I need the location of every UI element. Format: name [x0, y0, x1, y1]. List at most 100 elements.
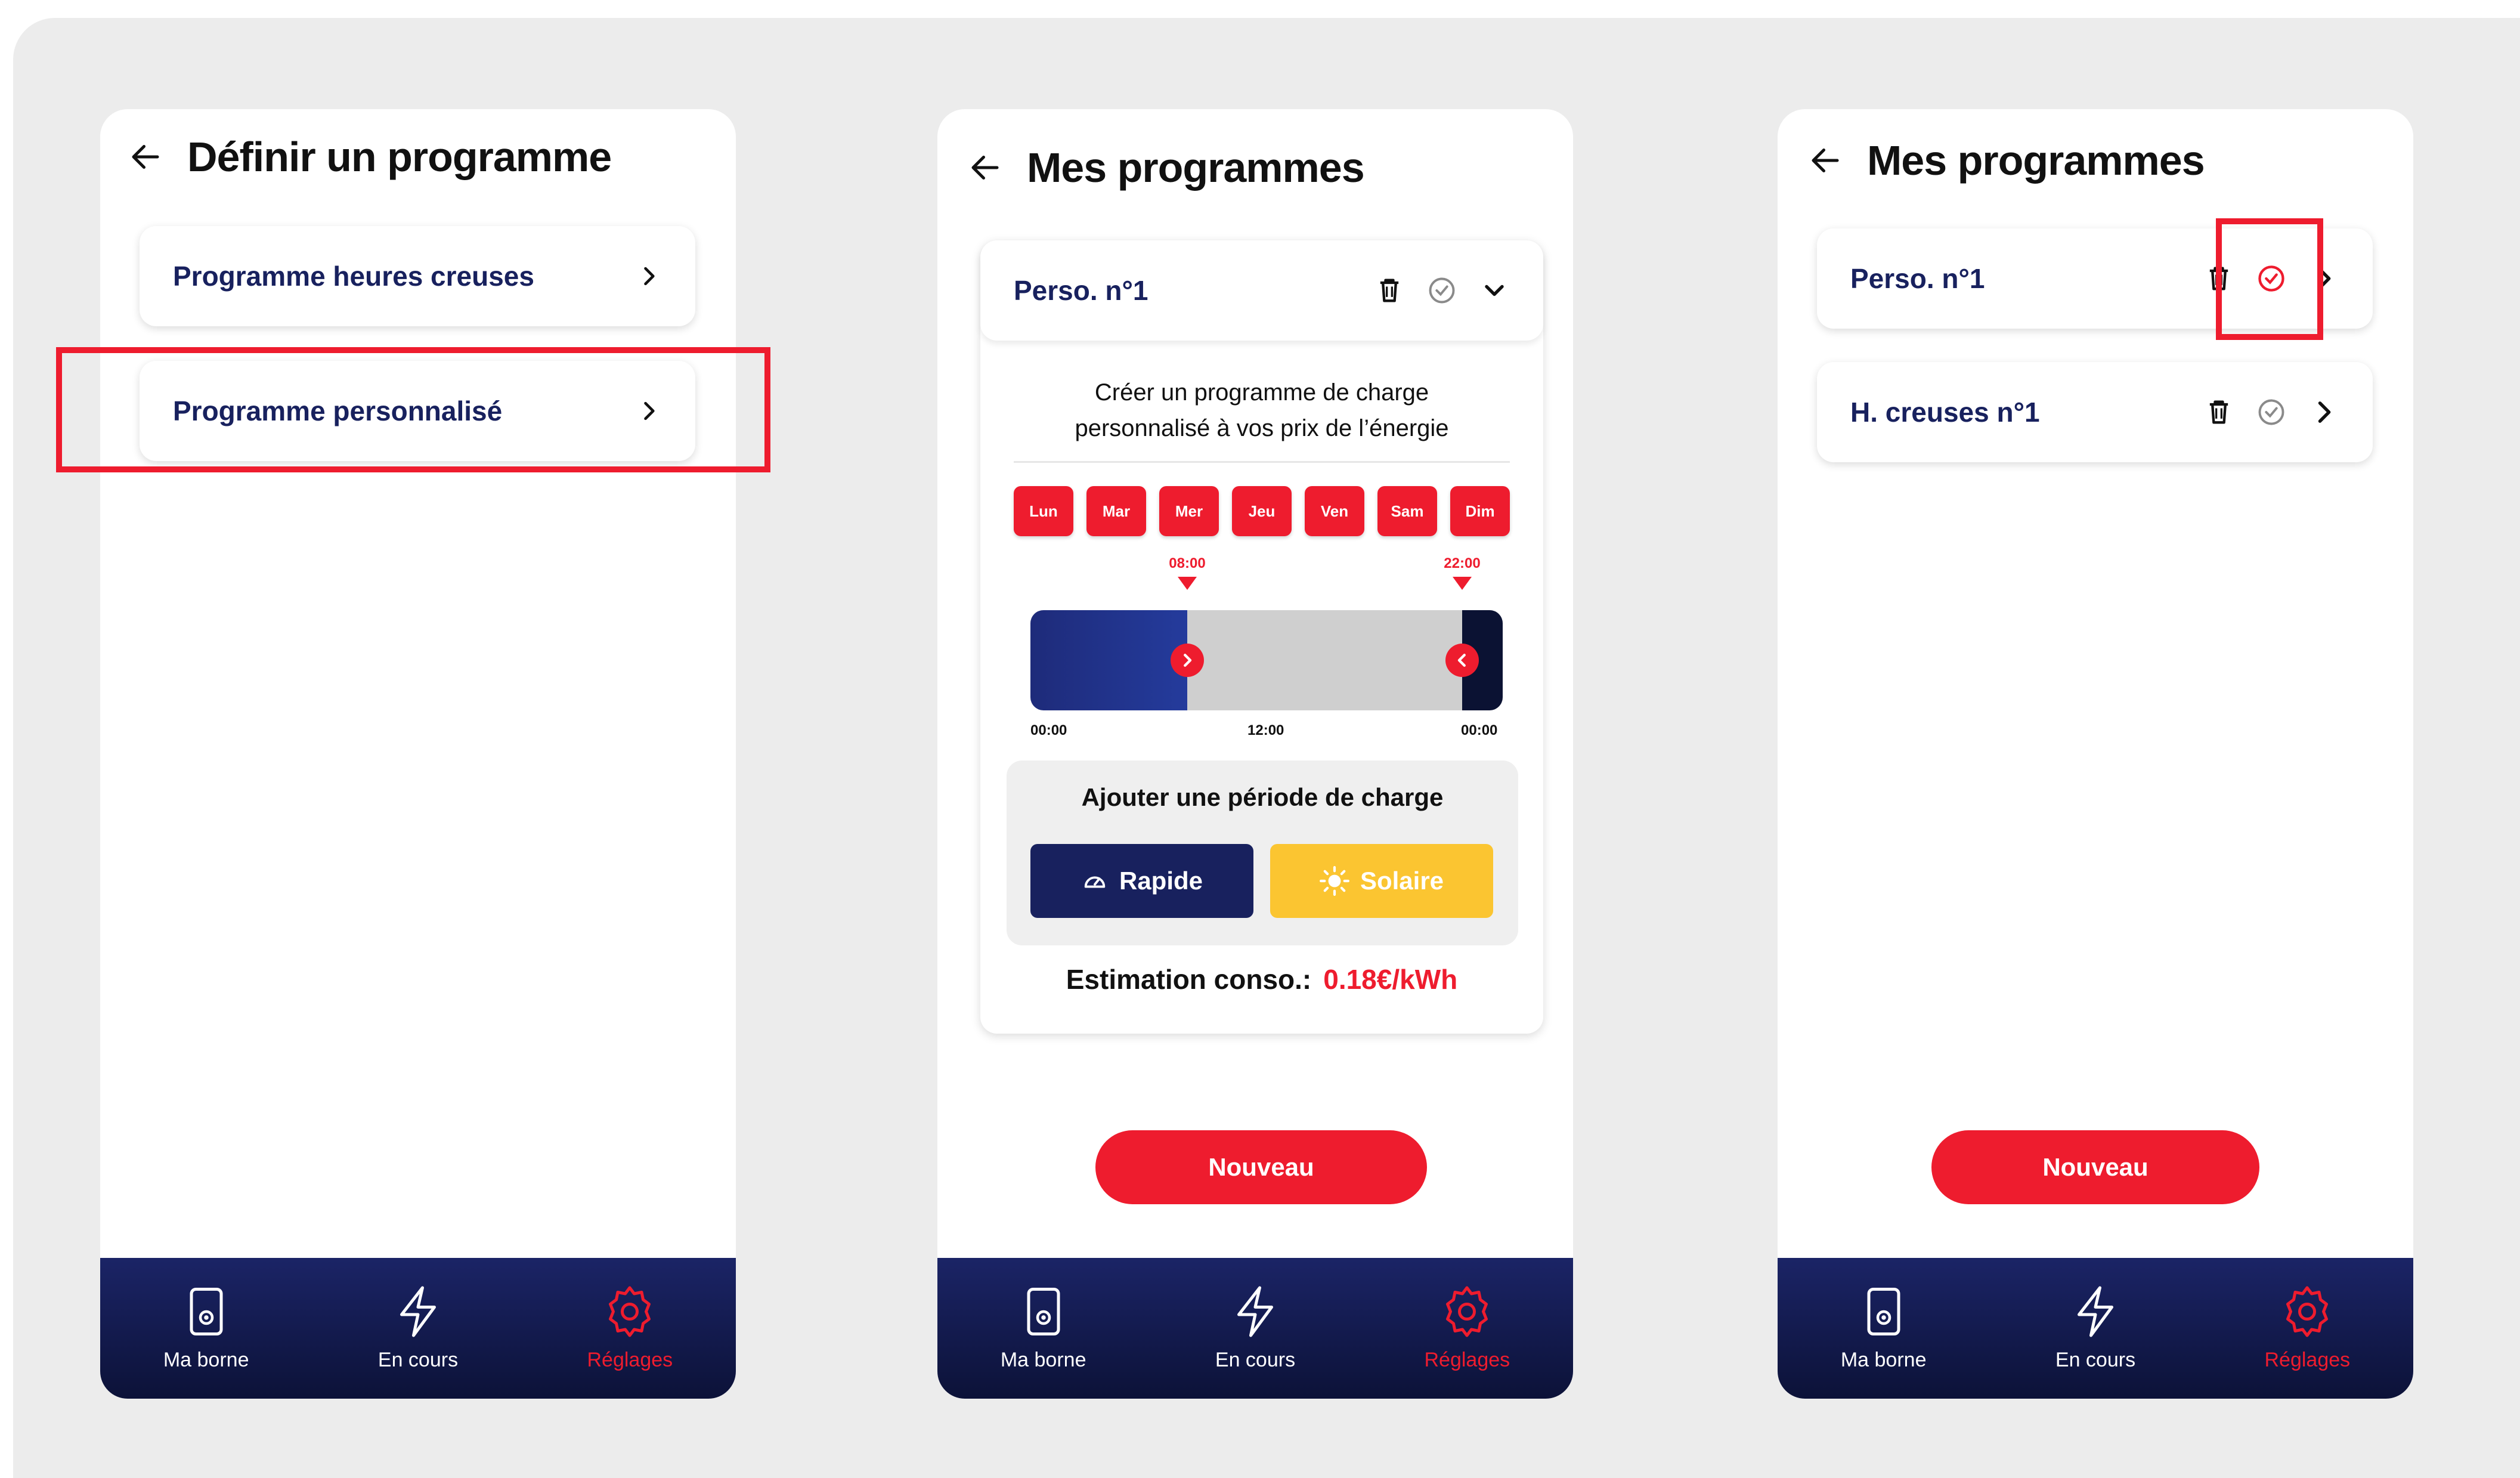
nav-label: En cours [2055, 1349, 2136, 1371]
program-name: Perso. n°1 [1014, 275, 1148, 306]
nav-item-reglages[interactable]: Réglages [524, 1258, 736, 1399]
back-arrow-icon[interactable] [1807, 143, 1843, 178]
program-card-expanded: Perso. n°1 Créer un programme de charge … [980, 240, 1543, 1034]
chevron-down-icon[interactable] [1479, 275, 1510, 306]
back-arrow-icon[interactable] [128, 139, 163, 175]
nav-item-en-cours[interactable]: En cours [1149, 1258, 1361, 1399]
nav-label: Réglages [1424, 1349, 1510, 1371]
estimation-label: Estimation conso.: [1066, 964, 1312, 995]
screen-definir-programme: Définir un programme Programme heures cr… [100, 109, 736, 1399]
screen-mes-programmes-expanded: Mes programmes Perso. n°1 Créer un progr… [937, 109, 1573, 1399]
marker-triangle-icon [1178, 577, 1197, 590]
trash-icon[interactable] [2203, 397, 2234, 428]
marker-triangle-icon [1453, 577, 1472, 590]
estimation: Estimation conso.: 0.18€/kWh [980, 963, 1543, 995]
trash-icon[interactable] [1374, 275, 1405, 306]
charger-icon [1027, 1288, 1060, 1335]
charger-icon [190, 1288, 223, 1335]
day-chip-mar[interactable]: Mar [1086, 486, 1146, 536]
item-label: Programme heures creuses [173, 261, 534, 292]
nouveau-button[interactable]: Nouveau [1931, 1130, 2259, 1204]
chevron-right-icon [644, 267, 655, 286]
rapide-button[interactable]: Rapide [1030, 844, 1253, 918]
header: Définir un programme [128, 133, 736, 181]
tick-label: 00:00 [1461, 722, 1498, 738]
bottom-nav: Ma borne En cours Réglages [1778, 1258, 2413, 1399]
day-chip-lun[interactable]: Lun [1014, 486, 1073, 536]
program-item-h-creuses[interactable]: H. creuses n°1 [1817, 362, 2373, 462]
description-line: personnalisé à vos prix de l’énergie [1075, 415, 1449, 441]
tick-label: 12:00 [1247, 722, 1284, 738]
nav-item-reglages[interactable]: Réglages [1361, 1258, 1573, 1399]
back-arrow-icon[interactable] [967, 150, 1003, 185]
start-handle[interactable] [1171, 644, 1204, 677]
program-actions [2203, 397, 2339, 428]
nav-label: Ma borne [163, 1349, 249, 1371]
solaire-button[interactable]: Solaire [1270, 844, 1493, 918]
programme-heures-creuses-item[interactable]: Programme heures creuses [140, 226, 695, 326]
tick-label: 00:00 [1030, 722, 1067, 738]
nav-item-ma-borne[interactable]: Ma borne [100, 1258, 312, 1399]
day-chip-jeu[interactable]: Jeu [1232, 486, 1292, 536]
divider [1014, 461, 1510, 463]
charger-icon [1867, 1288, 1900, 1335]
chevron-right-icon[interactable] [2308, 397, 2339, 428]
nav-item-en-cours[interactable]: En cours [312, 1258, 524, 1399]
program-description: Créer un programme de charge personnalis… [1016, 375, 1507, 446]
add-period-panel: Ajouter une période de charge Rapide Sol… [1007, 760, 1518, 945]
highlight-box [56, 347, 770, 472]
nav-item-en-cours[interactable]: En cours [1989, 1258, 2201, 1399]
speedometer-icon [1084, 876, 1106, 888]
nav-label: En cours [1215, 1349, 1296, 1371]
program-name: Perso. n°1 [1850, 263, 1985, 294]
check-circle-icon[interactable] [2256, 397, 2287, 428]
gear-icon [609, 1286, 651, 1337]
page-title: Mes programmes [1027, 144, 1365, 191]
lightning-icon [400, 1286, 436, 1337]
end-marker: 22:00 [1438, 555, 1486, 590]
nav-item-ma-borne[interactable]: Ma borne [1778, 1258, 1989, 1399]
program-name: H. creuses n°1 [1850, 397, 2040, 428]
add-period-title: Ajouter une période de charge [1081, 783, 1444, 811]
bottom-nav: Ma borne En cours Réglages [937, 1258, 1573, 1399]
gear-icon [1446, 1286, 1488, 1337]
charge-timeline[interactable] [1030, 610, 1503, 710]
end-handle[interactable] [1445, 644, 1479, 677]
start-marker: 08:00 [1163, 555, 1211, 590]
day-chip-sam[interactable]: Sam [1377, 486, 1437, 536]
estimation-value: 0.18€/kWh [1323, 964, 1458, 995]
day-chip-ven[interactable]: Ven [1305, 486, 1364, 536]
lightning-icon [2077, 1286, 2113, 1337]
bottom-nav: Ma borne En cours Réglages [100, 1258, 736, 1399]
gear-icon [2286, 1286, 2329, 1337]
page-title: Définir un programme [187, 134, 612, 180]
day-chip-dim[interactable]: Dim [1450, 486, 1510, 536]
nav-label: Réglages [587, 1349, 673, 1371]
nav-item-reglages[interactable]: Réglages [2202, 1258, 2413, 1399]
description-line: Créer un programme de charge [1094, 379, 1429, 406]
sun-icon [1319, 866, 1349, 896]
nav-label: Ma borne [1000, 1349, 1086, 1371]
chevron-right-icon [1184, 654, 1192, 667]
nav-label: En cours [377, 1349, 459, 1371]
lightning-icon [1237, 1286, 1273, 1337]
day-selector: Lun Mar Mer Jeu Ven Sam Dim [1014, 486, 1510, 536]
nav-label: Réglages [2264, 1349, 2351, 1371]
header: Mes programmes [967, 144, 1573, 191]
rapide-label: Rapide [1119, 867, 1203, 895]
header: Mes programmes [1807, 137, 2413, 184]
solaire-label: Solaire [1360, 867, 1444, 895]
nouveau-button[interactable]: Nouveau [1095, 1130, 1427, 1204]
chevron-left-icon [1457, 654, 1466, 667]
check-circle-icon[interactable] [1426, 275, 1457, 306]
start-time-label: 08:00 [1169, 555, 1206, 571]
day-chip-mer[interactable]: Mer [1159, 486, 1219, 536]
timeline-charge-segment [1030, 610, 1187, 710]
program-actions [1374, 275, 1510, 306]
nav-item-ma-borne[interactable]: Ma borne [937, 1258, 1149, 1399]
nav-label: Ma borne [1840, 1349, 1927, 1371]
highlight-box [2216, 218, 2323, 340]
page-title: Mes programmes [1867, 137, 2205, 184]
program-card-header[interactable]: Perso. n°1 [980, 240, 1543, 341]
end-time-label: 22:00 [1444, 555, 1481, 571]
